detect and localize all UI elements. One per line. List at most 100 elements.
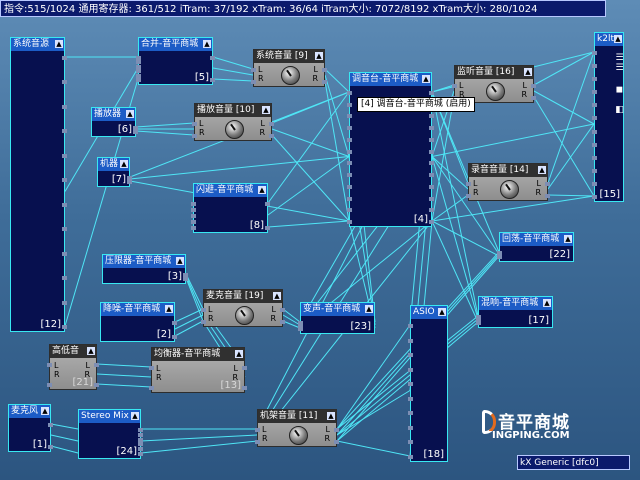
output-port[interactable] [280,308,285,312]
output-port[interactable] [429,173,434,178]
plugin-hilow[interactable]: 高低音 ▲ [21] L L R R [47,344,99,390]
minimize-icon[interactable]: ▲ [327,412,335,420]
input-port[interactable] [408,338,413,343]
input-port[interactable] [136,69,141,74]
input-port[interactable] [592,129,597,134]
minimize-icon[interactable]: ▲ [87,347,95,355]
output-port[interactable] [334,428,339,432]
output-port[interactable] [269,122,274,126]
output-port[interactable] [545,182,550,186]
input-port[interactable] [466,194,471,198]
plugin-title[interactable]: 调音台-音平商城 ▲ [350,73,431,86]
plugin-micvol[interactable]: 麦克音量 [19] ▲ L L R R [201,289,285,327]
plugin-title[interactable]: 麦克音量 [19] ▲ [204,290,282,303]
output-port[interactable] [429,91,434,95]
output-port[interactable] [138,437,143,442]
output-port[interactable] [210,56,215,60]
output-port[interactable] [138,442,143,447]
minimize-icon[interactable]: ▲ [126,110,134,118]
input-port[interactable] [592,64,597,69]
output-port[interactable] [94,383,99,387]
volume-knob[interactable] [235,306,254,325]
output-port[interactable] [531,96,536,100]
output-port[interactable] [94,363,99,367]
minimize-icon[interactable]: ▲ [564,235,572,243]
input-port[interactable] [192,134,197,138]
plugin-title[interactable]: 监听音量 [16] ▲ [455,66,533,79]
speaker-icon[interactable]: ◼ [612,84,627,96]
output-port[interactable] [531,84,536,88]
plugin-title[interactable]: 播放器 ▲ [92,108,135,121]
input-port[interactable] [136,78,141,82]
volume-knob[interactable] [486,82,505,101]
plugin-title[interactable]: 均衡器-音平商城 ▲ [152,348,244,361]
input-port[interactable] [136,64,141,69]
output-port[interactable] [62,56,67,60]
plugin-title[interactable]: 录音音量 [14] ▲ [469,164,547,177]
plugin-merge[interactable]: 合并-音平商城 ▲ [5] [136,37,215,85]
input-port[interactable] [408,367,413,372]
minimize-icon[interactable]: ▲ [614,35,622,43]
plugin-mixer[interactable]: 调音台-音平商城 ▲ [4] [347,72,434,227]
minimize-icon[interactable]: ▲ [41,407,49,415]
output-port[interactable] [265,226,270,230]
output-port[interactable] [334,440,339,444]
input-port[interactable] [408,440,413,445]
output-port[interactable] [62,202,67,207]
input-port[interactable] [452,84,457,88]
output-port[interactable] [172,335,177,339]
output-port[interactable] [210,78,215,82]
output-port[interactable] [429,184,434,189]
volume-knob[interactable] [225,120,244,139]
plugin-title[interactable]: 高低音 ▲ [50,345,96,358]
plugin-machine[interactable]: 机器 ▲ [7] [97,157,132,187]
plugin-comp[interactable]: 压限器-音平商城 ▲ [3] [102,254,188,284]
plugin-recvol[interactable]: 录音音量 [14] ▲ L L R R [466,163,550,201]
input-port[interactable] [298,327,303,331]
output-port[interactable] [429,208,434,213]
minimize-icon[interactable]: ▲ [273,292,281,300]
plugin-asio[interactable]: ASIO ▲ [18] [408,305,448,462]
plugin-flash[interactable]: 闪避-音平商城 ▲ [8] [191,183,270,233]
plugin-stereomix[interactable]: Stereo Mix ▲ [24] [78,409,143,459]
plugin-title[interactable]: 降噪-音平商城 ▲ [101,303,174,316]
volume-knob[interactable] [500,180,519,199]
output-port[interactable] [429,196,434,201]
input-port[interactable] [347,149,352,154]
input-port[interactable] [592,142,597,147]
device-icon[interactable]: ◧ [612,104,627,116]
minimize-icon[interactable]: ▲ [365,305,373,313]
minimize-icon[interactable]: ▲ [176,257,184,265]
minimize-icon[interactable]: ▲ [258,186,266,194]
plugin-title[interactable]: Stereo Mix ▲ [79,410,140,423]
input-port[interactable] [191,226,196,230]
plugin-title[interactable]: k2lt ▲ [595,33,623,46]
input-port[interactable] [347,161,352,166]
input-port[interactable] [476,321,481,325]
output-port[interactable] [183,277,188,281]
output-port[interactable] [429,161,434,166]
input-port[interactable] [347,91,352,95]
output-port[interactable] [545,194,550,198]
plugin-eq[interactable]: 均衡器-音平商城 ▲ [13] L L R R [149,347,247,393]
plugin-title[interactable]: 机器 ▲ [98,158,129,171]
minimize-icon[interactable]: ▲ [315,52,323,60]
input-port[interactable] [201,320,206,324]
minimize-icon[interactable]: ▲ [165,305,173,313]
input-port[interactable] [592,90,597,95]
input-port[interactable] [347,137,352,142]
output-port[interactable] [62,178,67,183]
volume-knob[interactable] [289,426,308,445]
input-port[interactable] [347,102,352,107]
plugin-title[interactable]: 压限器-音平商城 ▲ [103,255,185,268]
input-port[interactable] [592,51,597,55]
output-port[interactable] [138,432,143,437]
input-port[interactable] [347,208,352,213]
output-port[interactable] [322,80,327,84]
plugin-title[interactable]: 播放音量 [10] ▲ [195,104,271,117]
plugin-playvol[interactable]: 播放音量 [10] ▲ L L R R [192,103,274,141]
minimize-icon[interactable]: ▲ [203,40,211,48]
input-port[interactable] [347,196,352,201]
input-port[interactable] [191,220,196,224]
plugin-voice[interactable]: 变声-音平商城 ▲ [23] [298,302,375,334]
